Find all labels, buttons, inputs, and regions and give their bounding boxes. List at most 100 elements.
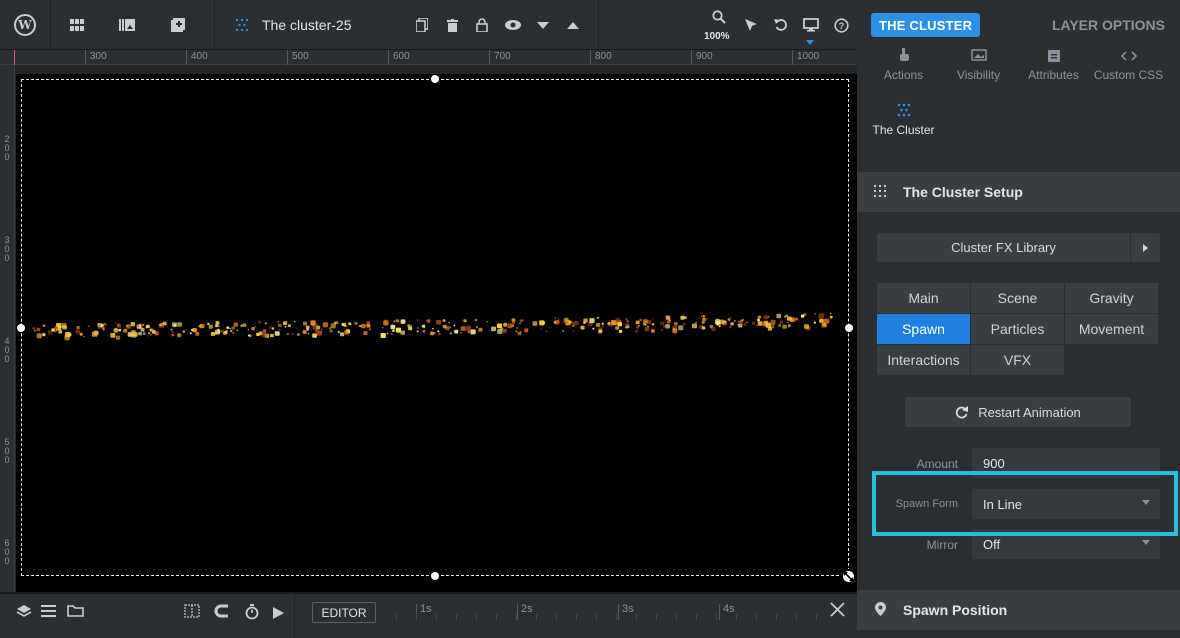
restart-label: Restart Animation xyxy=(978,404,1081,420)
lock-icon xyxy=(476,18,488,32)
section-title: The Cluster Setup xyxy=(903,184,1023,200)
timeline-minor-tick xyxy=(476,614,477,620)
timeline-minor-tick xyxy=(776,614,777,620)
layer-list-button[interactable] xyxy=(41,604,56,621)
snap-grid-button[interactable] xyxy=(184,604,200,622)
layers-button[interactable] xyxy=(16,604,32,622)
cluster-fx-library-button[interactable]: Cluster FX Library xyxy=(877,233,1160,262)
move-layer-down-button[interactable] xyxy=(531,0,555,50)
play-button[interactable] xyxy=(273,606,284,623)
timeline-minor-tick xyxy=(676,614,677,620)
svg-text:?: ? xyxy=(838,21,844,31)
help-button[interactable]: ? xyxy=(830,0,852,50)
chevron-down-icon xyxy=(1142,540,1150,545)
diagonal-resize-icon xyxy=(844,572,853,581)
timeline-mark-4s: 4s xyxy=(723,603,735,615)
timeline-minor-tick xyxy=(636,614,637,620)
media-library-button[interactable] xyxy=(110,0,144,50)
subtab-scene[interactable]: Scene xyxy=(971,283,1064,313)
tab-visibility[interactable]: Visibility xyxy=(941,48,1016,82)
desktop-icon xyxy=(803,18,819,32)
subtab-spawn[interactable]: Spawn xyxy=(877,314,970,344)
folder-button[interactable] xyxy=(67,604,84,621)
folder-icon xyxy=(67,605,84,617)
tab-the-cluster[interactable]: The Cluster xyxy=(866,103,941,137)
refresh-icon xyxy=(956,405,969,418)
panel-header: THE CLUSTER LAYER OPTIONS xyxy=(857,0,1180,50)
timeline-minor-tick xyxy=(656,614,657,620)
subtab-vfx[interactable]: VFX xyxy=(971,345,1064,375)
eye-icon xyxy=(505,20,521,30)
close-timeline-button[interactable] xyxy=(830,602,845,621)
duplicate-layer-button[interactable] xyxy=(410,0,434,50)
ruler-label-500: 500 xyxy=(4,437,10,465)
stopwatch-icon xyxy=(245,604,259,620)
add-square-icon xyxy=(171,18,185,32)
timeline-minor-tick xyxy=(536,614,537,620)
timeline-minor-tick xyxy=(456,614,457,620)
top-toolbar: W The cluster-25 100% ? xyxy=(0,0,857,50)
timing-button[interactable] xyxy=(244,604,260,624)
caret-up-icon xyxy=(567,21,579,29)
ruler-label-400: 400 xyxy=(4,336,10,364)
magnet-icon xyxy=(214,604,228,618)
amount-value: 900 xyxy=(983,455,1005,471)
copy-icon xyxy=(416,18,428,32)
layer-title[interactable]: The cluster-25 xyxy=(262,17,351,33)
caret-down-icon xyxy=(537,21,549,29)
resize-handle-top[interactable] xyxy=(431,75,439,83)
trash-icon xyxy=(446,18,458,32)
select-tool-button[interactable] xyxy=(740,0,762,50)
cluster-dots-icon xyxy=(866,103,941,119)
resize-handle-left[interactable] xyxy=(17,324,25,332)
subtab-particles[interactable]: Particles xyxy=(971,314,1064,344)
timeline-bar: EDITOR 1s 2s 3s 4s xyxy=(0,593,857,638)
subtab-movement[interactable]: Movement xyxy=(1065,314,1158,344)
tab-custom-css[interactable]: Custom CSS xyxy=(1091,48,1166,82)
move-layer-up-button[interactable] xyxy=(561,0,585,50)
visibility-toggle-button[interactable] xyxy=(500,0,526,50)
slides-grid-button[interactable] xyxy=(60,0,94,50)
lock-layer-button[interactable] xyxy=(470,0,494,50)
subtab-interactions[interactable]: Interactions xyxy=(877,345,970,375)
timeline-minor-tick xyxy=(736,614,737,620)
tab-actions[interactable]: Actions xyxy=(866,48,941,82)
layer-options-panel: THE CLUSTER LAYER OPTIONS Actions Visibi… xyxy=(857,0,1180,638)
help-circle-icon: ? xyxy=(833,17,849,33)
map-pin-icon xyxy=(857,601,903,619)
zoom-button[interactable] xyxy=(708,0,730,34)
mirror-value: Off xyxy=(983,536,1001,552)
editor-mode-button[interactable]: EDITOR xyxy=(312,602,376,623)
magnet-button[interactable] xyxy=(214,604,229,622)
timeline-minor-tick xyxy=(756,614,757,620)
timeline-mark-3s: 3s xyxy=(622,603,634,615)
subtab-gravity[interactable]: Gravity xyxy=(1065,283,1158,313)
timeline-minor-tick xyxy=(496,614,497,620)
delete-layer-button[interactable] xyxy=(440,0,464,50)
vertical-ruler: 200 300 400 500 600 xyxy=(0,65,15,592)
tab-attributes[interactable]: Attributes xyxy=(1016,48,1091,82)
timeline-minor-tick xyxy=(816,614,817,620)
resize-handle-right[interactable] xyxy=(845,324,853,332)
mirror-label: Mirror xyxy=(926,538,958,552)
add-slide-button[interactable] xyxy=(161,0,195,50)
cluster-layer-icon xyxy=(232,0,252,50)
layer-options-tab[interactable]: LAYER OPTIONS xyxy=(1052,17,1165,33)
timeline-mark-1s: 1s xyxy=(420,603,432,615)
the-cluster-tab[interactable]: THE CLUSTER xyxy=(871,13,981,37)
cluster-setup-section[interactable]: The Cluster Setup xyxy=(857,172,1180,212)
selected-layer-bounds[interactable] xyxy=(21,79,849,576)
fx-library-label: Cluster FX Library xyxy=(951,240,1056,255)
timeline-minor-tick xyxy=(576,614,577,620)
spawn-position-section[interactable]: Spawn Position xyxy=(857,590,1180,630)
undo-button[interactable] xyxy=(770,0,792,50)
corner-resize-handle[interactable] xyxy=(841,569,856,584)
wordpress-button[interactable]: W xyxy=(0,0,50,50)
restart-animation-button[interactable]: Restart Animation xyxy=(905,397,1131,427)
subtab-main[interactable]: Main xyxy=(877,283,970,313)
timeline-minor-tick xyxy=(436,614,437,620)
layers-icon xyxy=(16,605,32,617)
slider-editor-app: W The cluster-25 100% ? 300 400 500 600 … xyxy=(0,0,1180,638)
resize-handle-bottom[interactable] xyxy=(431,572,439,580)
image-icon xyxy=(941,48,1016,64)
